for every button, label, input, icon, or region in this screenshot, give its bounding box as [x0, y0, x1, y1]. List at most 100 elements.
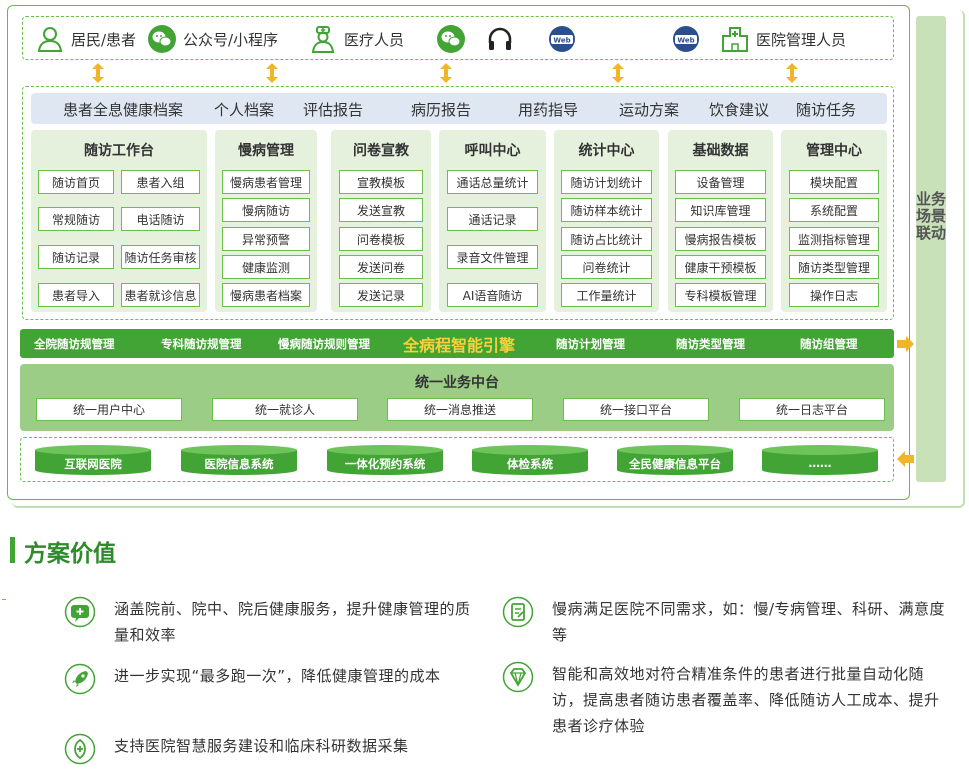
platform-item[interactable]: 统一用户中心	[36, 398, 182, 421]
hospital-icon	[722, 27, 748, 52]
business-middle-platform: 统一业务中台 统一用户中心 统一就诊人 统一消息推送 统一接口平台 统一日志平台	[20, 364, 894, 431]
module-item[interactable]: 健康监测	[222, 255, 310, 279]
module-base-data: 基础数据 设备管理 知识库管理 慢病报告模板 健康干预模板 专科模板管理	[668, 130, 773, 312]
module-title: 管理中心	[806, 143, 862, 159]
band-item: 评估报告	[303, 101, 364, 119]
system-cylinder: 互联网医院	[35, 445, 151, 475]
double-arrow-icon	[786, 63, 798, 83]
module-followup-workbench: 随访工作台 随访首页 患者入组 常规随访 电话随访 随访记录 随访任务审核 患者…	[31, 130, 207, 312]
role-wechat-2	[436, 17, 466, 61]
double-arrow-icon	[92, 63, 104, 83]
module-item[interactable]: 宣教模板	[339, 170, 423, 194]
module-item[interactable]: 常规随访	[38, 207, 114, 231]
module-item[interactable]: 患者入组	[121, 170, 200, 194]
system-cylinder: ……	[762, 445, 878, 475]
module-item[interactable]: 慢病患者管理	[222, 170, 310, 194]
module-chronic-disease: 慢病管理 慢病患者管理 慢病随访 异常预警 健康监测 慢病患者档案	[215, 130, 317, 312]
right-arrow-icon	[897, 336, 914, 352]
value-item: 涵盖院前、院中、院后健康服务，提升健康管理的质量和效率	[64, 596, 474, 648]
module-item[interactable]: 操作日志	[789, 283, 879, 307]
module-item[interactable]: 慢病患者档案	[222, 283, 310, 307]
band-item: 病历报告	[411, 101, 472, 119]
module-item[interactable]: 问卷模板	[339, 227, 423, 251]
wechat-icon	[437, 25, 465, 53]
module-title: 统计中心	[578, 143, 635, 159]
module-item[interactable]: 随访首页	[38, 170, 114, 194]
module-item[interactable]: 监测指标管理	[789, 227, 879, 251]
module-item[interactable]: 问卷统计	[561, 255, 652, 279]
module-item[interactable]: 专科模板管理	[675, 283, 766, 307]
engine-title: 全病程智能引擎	[403, 336, 516, 355]
sidebar-label: 业务场景联动	[916, 190, 947, 242]
value-text: 慢病满足医院不同需求，如：慢/专病管理、科研、满意度等	[552, 600, 946, 644]
doctor-icon	[311, 26, 335, 53]
platform-title: 统一业务中台	[415, 375, 499, 391]
band-item: 个人档案	[214, 101, 275, 119]
module-item[interactable]: 患者就诊信息	[121, 283, 200, 307]
module-title: 随访工作台	[84, 143, 154, 159]
module-item[interactable]: 异常预警	[222, 227, 310, 251]
platform-item[interactable]: 统一接口平台	[563, 398, 709, 421]
system-label: 互联网医院	[64, 457, 122, 471]
platform-item[interactable]: 统一日志平台	[739, 398, 885, 421]
module-title: 慢病管理	[238, 143, 294, 159]
module-item[interactable]: 录音文件管理	[447, 245, 538, 269]
module-item[interactable]: 电话随访	[121, 207, 200, 231]
double-arrow-icon	[612, 63, 624, 83]
band-item: 患者全息健康档案	[63, 101, 184, 119]
module-item[interactable]: 慢病报告模板	[675, 227, 766, 251]
diamond-icon	[502, 661, 534, 693]
module-item[interactable]: 随访占比统计	[561, 227, 652, 251]
module-item[interactable]: 发送记录	[339, 283, 423, 307]
module-item[interactable]: 随访记录	[38, 245, 114, 269]
system-label: 体检系统	[507, 457, 553, 471]
module-item[interactable]: 设备管理	[675, 170, 766, 194]
svg-text:Web: Web	[553, 37, 570, 45]
module-item[interactable]: 随访计划统计	[561, 170, 652, 194]
value-item: 慢病满足医院不同需求，如：慢/专病管理、科研、满意度等	[502, 596, 947, 648]
system-cylinder: 一体化预约系统	[327, 445, 443, 475]
module-item[interactable]: 系统配置	[789, 198, 879, 222]
module-item[interactable]: AI语音随访	[447, 283, 538, 307]
module-item[interactable]: 工作量统计	[561, 283, 652, 307]
double-arrow-icon	[266, 63, 278, 83]
role-web-2: Web	[671, 17, 701, 61]
system-label: 一体化预约系统	[344, 457, 426, 471]
value-item: 智能和高效地对符合精准条件的患者进行批量自动化随访，提高患者随访患者覆盖率、降低…	[502, 661, 947, 739]
module-item[interactable]: 慢病随访	[222, 198, 310, 222]
role-patient: 居民/患者	[35, 17, 136, 61]
band-item: 运动方案	[619, 101, 680, 119]
module-item[interactable]: 随访类型管理	[789, 255, 879, 279]
user-roles-row: 居民/患者 公众号/小程序 医疗人员 Web Web 医院管理人员	[22, 16, 894, 60]
engine-item: 慢病随访规则管理	[278, 337, 370, 351]
module-item[interactable]: 发送宣教	[339, 198, 423, 222]
module-item[interactable]: 知识库管理	[675, 198, 766, 222]
value-text: 支持医院智慧服务建设和临床科研数据采集	[114, 737, 409, 755]
platform-item[interactable]: 统一消息推送	[387, 398, 533, 421]
module-item[interactable]: 发送问卷	[339, 255, 423, 279]
role-label: 居民/患者	[71, 30, 137, 49]
value-item: 进一步实现“最多跑一次”，降低健康管理的成本	[64, 663, 484, 695]
module-item[interactable]: 患者导入	[38, 283, 114, 307]
module-item[interactable]: 通话记录	[447, 207, 538, 231]
plus-chat-icon	[64, 596, 96, 628]
role-label: 医疗人员	[344, 30, 405, 49]
role-web: Web	[547, 17, 577, 61]
module-title: 基础数据	[692, 143, 749, 159]
platform-item[interactable]: 统一就诊人	[212, 398, 358, 421]
value-text: 进一步实现“最多跑一次”，降低健康管理的成本	[114, 667, 441, 685]
document-icon	[502, 596, 534, 628]
module-call-center: 呼叫中心 通话总量统计 通话记录 录音文件管理 AI语音随访	[439, 130, 546, 312]
plus-shield-icon	[64, 733, 96, 765]
module-item[interactable]: 健康干预模板	[675, 255, 766, 279]
engine-item: 随访计划管理	[556, 337, 625, 351]
module-item[interactable]: 模块配置	[789, 170, 879, 194]
module-item[interactable]: 通话总量统计	[447, 170, 538, 194]
module-item[interactable]: 随访样本统计	[561, 198, 652, 222]
role-medical-staff: 医疗人员	[308, 17, 404, 61]
wechat-icon	[148, 25, 176, 53]
system-label: 医院信息系统	[204, 457, 274, 471]
role-label: 公众号/小程序	[183, 30, 279, 49]
module-item[interactable]: 随访任务审核	[121, 245, 200, 269]
left-arrow-icon	[897, 451, 914, 467]
